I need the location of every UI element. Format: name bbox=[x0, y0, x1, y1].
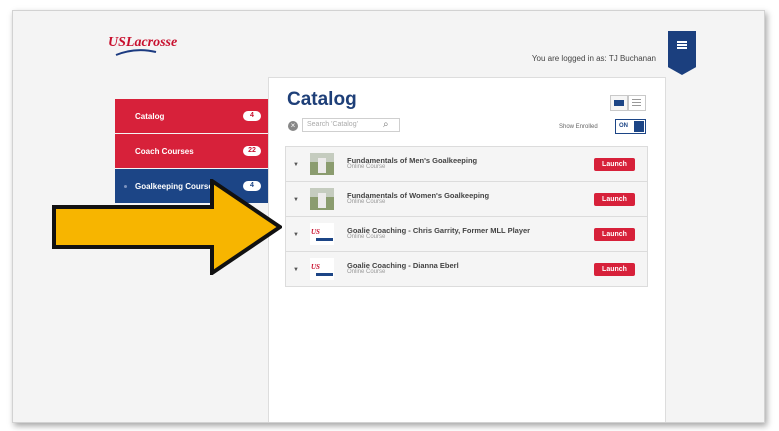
sidebar-item-catalog[interactable]: Catalog 4 bbox=[115, 99, 271, 133]
show-enrolled-label: Show Enrolled bbox=[559, 124, 598, 130]
page-title: Catalog bbox=[287, 89, 357, 110]
list-view-icon[interactable] bbox=[628, 95, 646, 111]
course-type: Online Course bbox=[347, 199, 386, 205]
course-type: Online Course bbox=[347, 234, 386, 240]
menu-icon bbox=[677, 41, 687, 43]
sidebar-item-label: Catalog bbox=[135, 111, 165, 121]
list-item: ▼ Fundamentals of Men's Goalkeeping Onli… bbox=[285, 146, 648, 182]
list-item: ▼ US Goalie Coaching - Dianna Eberl Onli… bbox=[285, 252, 648, 287]
toggle-knob bbox=[634, 121, 644, 132]
chevron-down-icon[interactable]: ▼ bbox=[293, 267, 299, 273]
course-thumbnail: US bbox=[310, 258, 334, 280]
course-list: ▼ Fundamentals of Men's Goalkeeping Onli… bbox=[285, 146, 648, 287]
course-type: Online Course bbox=[347, 269, 386, 275]
course-thumbnail bbox=[310, 188, 334, 210]
chevron-down-icon[interactable]: ▼ bbox=[293, 162, 299, 168]
list-item: ▼ Fundamentals of Women's Goalkeeping On… bbox=[285, 182, 648, 217]
launch-button[interactable]: Launch bbox=[594, 228, 635, 241]
folder-view-icon[interactable] bbox=[610, 95, 628, 111]
toggle-label: ON bbox=[619, 123, 628, 129]
count-badge: 22 bbox=[243, 146, 261, 156]
sidebar-item-label: Coach Courses bbox=[135, 146, 194, 156]
course-thumbnail bbox=[310, 153, 334, 175]
course-type: Online Course bbox=[347, 164, 386, 170]
logged-in-user: You are logged in as: TJ Buchanan bbox=[531, 54, 656, 63]
sidebar-item-coach-courses[interactable]: Coach Courses 22 bbox=[115, 134, 271, 168]
search-icon[interactable]: ⌕ bbox=[383, 120, 389, 130]
logo-swoosh-icon bbox=[115, 49, 157, 56]
count-badge: 4 bbox=[243, 111, 261, 121]
course-thumbnail: US bbox=[310, 223, 334, 245]
launch-button[interactable]: Launch bbox=[594, 193, 635, 206]
launch-button[interactable]: Launch bbox=[594, 158, 635, 171]
clear-search-icon[interactable]: × bbox=[288, 121, 298, 131]
show-enrolled-toggle[interactable]: ON bbox=[615, 119, 646, 134]
chevron-down-icon[interactable]: ▼ bbox=[293, 232, 299, 238]
chevron-down-icon[interactable]: ▼ bbox=[293, 197, 299, 203]
list-item: ▼ US Goalie Coaching - Chris Garrity, Fo… bbox=[285, 217, 648, 252]
launch-button[interactable]: Launch bbox=[594, 263, 635, 276]
catalog-panel: Catalog × Search 'Catalog' ⌕ Show Enroll… bbox=[268, 77, 666, 422]
menu-button[interactable] bbox=[668, 31, 696, 75]
annotation-arrow-icon bbox=[52, 179, 282, 275]
